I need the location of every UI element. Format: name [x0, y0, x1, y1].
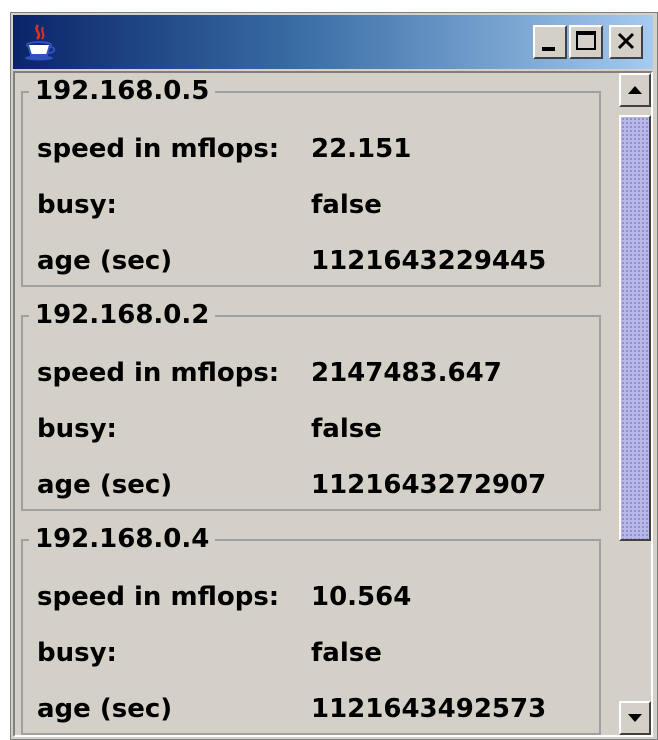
host-panel: 192.168.0.5 speed in mflops: 22.151 busy…	[15, 73, 611, 297]
minimize-icon	[542, 47, 555, 51]
speed-value: 10.564	[311, 582, 412, 612]
busy-value: false	[311, 190, 382, 220]
arrow-up-icon	[628, 86, 642, 94]
age-label: age (sec)	[37, 470, 173, 500]
host-list-viewport: 192.168.0.5 speed in mflops: 22.151 busy…	[13, 71, 653, 737]
host-panel: 192.168.0.4 speed in mflops: 10.564 busy…	[15, 521, 611, 735]
host-address: 192.168.0.4	[29, 523, 216, 555]
busy-label: busy:	[37, 638, 117, 668]
age-value: 1121643272907	[311, 470, 547, 500]
busy-label: busy:	[37, 190, 117, 220]
busy-label: busy:	[37, 414, 117, 444]
age-value: 1121643492573	[311, 694, 547, 724]
age-label: age (sec)	[37, 694, 173, 724]
host-address: 192.168.0.2	[29, 299, 216, 331]
speed-value: 2147483.647	[311, 358, 502, 388]
age-label: age (sec)	[37, 246, 173, 276]
arrow-down-icon	[628, 714, 642, 722]
busy-value: false	[311, 638, 382, 668]
speed-label: speed in mflops:	[37, 358, 280, 388]
scroll-down-button[interactable]	[619, 701, 651, 735]
scroll-track[interactable]	[619, 107, 651, 701]
busy-value: false	[311, 414, 382, 444]
maximize-button[interactable]	[569, 25, 603, 59]
java-coffee-cup-icon[interactable]	[21, 23, 59, 61]
speed-label: speed in mflops:	[37, 134, 280, 164]
host-address: 192.168.0.5	[29, 75, 216, 107]
app-window: 192.168.0.5 speed in mflops: 22.151 busy…	[10, 12, 658, 740]
close-button[interactable]	[609, 25, 643, 59]
host-panel: 192.168.0.2 speed in mflops: 2147483.647…	[15, 297, 611, 521]
vertical-scrollbar[interactable]	[619, 73, 651, 735]
scroll-thumb[interactable]	[619, 115, 651, 541]
speed-value: 22.151	[311, 134, 412, 164]
maximize-icon	[576, 31, 596, 50]
age-value: 1121643229445	[311, 246, 547, 276]
title-bar[interactable]	[13, 15, 653, 69]
speed-label: speed in mflops:	[37, 582, 280, 612]
close-icon	[617, 32, 635, 50]
minimize-button[interactable]	[533, 25, 567, 59]
scroll-up-button[interactable]	[619, 73, 651, 107]
